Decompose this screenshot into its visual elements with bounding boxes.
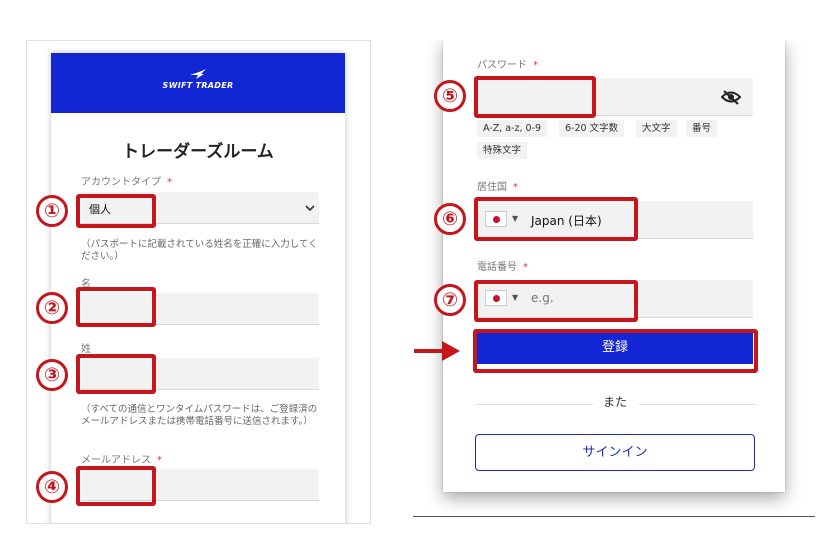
email-label: メールアドレス * bbox=[81, 455, 162, 466]
or-divider-text: また bbox=[603, 395, 628, 409]
highlight-box-password bbox=[474, 76, 596, 118]
highlight-box-country bbox=[474, 197, 638, 241]
swift-bird-logo-icon bbox=[190, 69, 206, 79]
eye-off-icon[interactable] bbox=[721, 89, 741, 105]
password-rule-chip: 特殊文字 bbox=[477, 142, 528, 159]
callout-number-7: ⑦ bbox=[434, 284, 466, 316]
password-rule-chip: 6-20 文字数 bbox=[559, 120, 625, 137]
highlight-box-account-type bbox=[76, 194, 156, 228]
name-instruction-note: （パスポートに記載されている姓名を正確に入力してください。） bbox=[81, 239, 318, 262]
divider-left bbox=[477, 404, 593, 405]
divider-right bbox=[639, 404, 755, 405]
brand-header: SWIFT TRADER bbox=[51, 53, 345, 113]
country-label: 居住国 * bbox=[477, 182, 518, 193]
highlight-box-last-name bbox=[76, 354, 156, 394]
last-name-label: 姓 bbox=[81, 344, 91, 355]
arrow-right-icon bbox=[442, 341, 460, 361]
panel-bottom-rule bbox=[413, 516, 815, 517]
callout-number-5: ⑤ bbox=[434, 80, 466, 112]
arrow-shaft bbox=[414, 349, 444, 353]
left-screenshot-panel: SWIFT TRADER トレーダーズルーム アカウントタイプ * 個人 （パスポ… bbox=[26, 40, 371, 524]
highlight-box-phone bbox=[474, 280, 638, 322]
highlight-box-email bbox=[76, 466, 156, 506]
phone-label: 電話番号 * bbox=[477, 262, 528, 273]
page-title: トレーダーズルーム bbox=[122, 142, 274, 162]
password-rule-chip: 番号 bbox=[686, 120, 718, 137]
chevron-down-icon bbox=[305, 205, 315, 212]
callout-number-2: ② bbox=[36, 292, 68, 324]
highlight-box-first-name bbox=[76, 287, 156, 327]
brand-logo-text: SWIFT TRADER bbox=[162, 81, 234, 90]
callout-number-3: ③ bbox=[36, 359, 68, 391]
callout-number-4: ④ bbox=[36, 471, 68, 503]
account-type-label: アカウントタイプ * bbox=[81, 177, 172, 188]
callout-number-1: ① bbox=[36, 195, 68, 227]
password-label: パスワード * bbox=[477, 60, 538, 71]
email-instruction-note: （すべての通信とワンタイムパスワードは、ご登録済のメールアドレスまたは携帯電話番… bbox=[81, 404, 318, 427]
password-rule-chip: A-Z, a-z, 0-9 bbox=[477, 120, 548, 137]
password-rule-chip: 大文字 bbox=[636, 120, 677, 137]
highlight-box-register bbox=[473, 329, 758, 373]
callout-number-6: ⑥ bbox=[434, 203, 466, 235]
signin-button[interactable]: サインイン bbox=[475, 434, 755, 471]
